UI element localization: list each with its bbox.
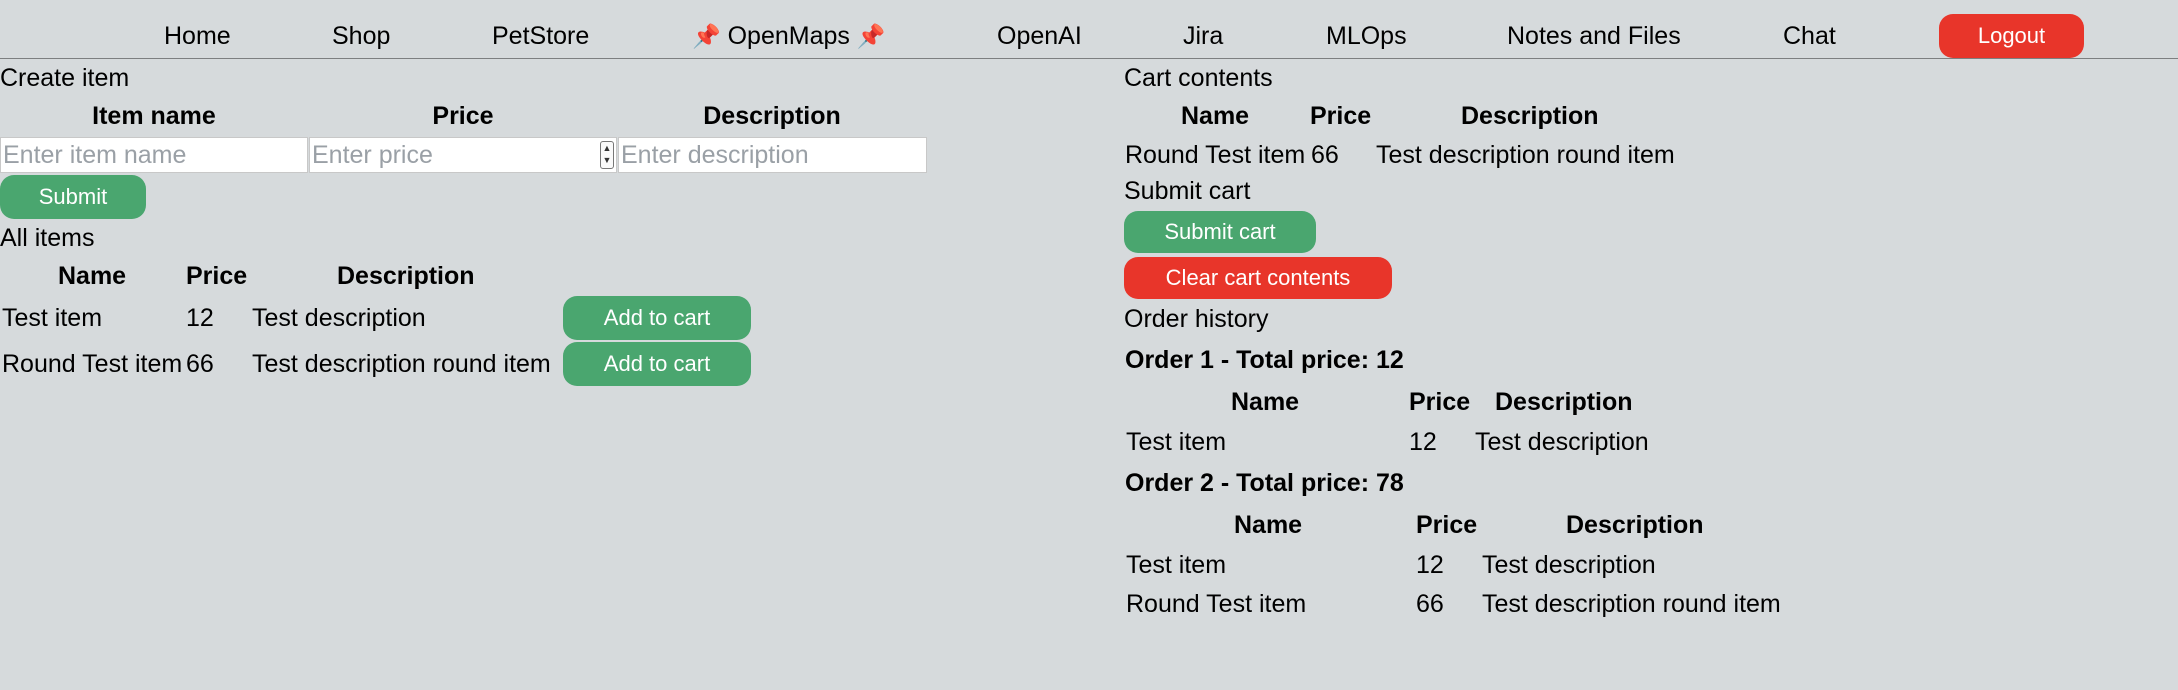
table-row-price: 12 — [1416, 551, 1444, 579]
order-header-price: Price — [1409, 388, 1471, 416]
header-item-name: Item name — [92, 102, 216, 130]
all-items-header-description: Description — [337, 262, 475, 290]
nav-petstore[interactable]: PetStore — [492, 22, 589, 50]
table-row-description: Test description — [1475, 428, 1649, 456]
order-title: Order 1 - Total price: 12 — [1125, 346, 1404, 374]
table-row-name: Test item — [2, 304, 103, 332]
cart-header-price: Price — [1310, 102, 1372, 130]
table-row-description: Test description round item — [252, 350, 551, 378]
nav-jira[interactable]: Jira — [1183, 22, 1223, 50]
create-item-title: Create item — [0, 64, 130, 92]
cart-header-name: Name — [1181, 102, 1250, 130]
all-items-header-price: Price — [186, 262, 248, 290]
table-row-name: Test item — [1126, 551, 1227, 579]
all-items-header-name: Name — [58, 262, 127, 290]
clear-cart-button[interactable]: Clear cart contents — [1124, 257, 1392, 299]
table-row-price: 66 — [186, 350, 214, 378]
table-row-price: 66 — [1311, 141, 1339, 169]
cart-contents-title: Cart contents — [1124, 64, 1273, 92]
price-input-placeholder: Enter price — [312, 141, 433, 169]
table-row-name: Test item — [1126, 428, 1227, 456]
table-row-name: Round Test item — [2, 350, 183, 378]
price-input[interactable]: Enter price ▲ ▼ — [309, 137, 617, 173]
order-header-price: Price — [1416, 511, 1478, 539]
logout-button[interactable]: Logout — [1939, 14, 2084, 58]
nav-mlops[interactable]: MLOps — [1326, 22, 1407, 50]
header-price: Price — [432, 102, 494, 130]
submit-cart-title: Submit cart — [1124, 177, 1251, 205]
description-input[interactable]: Enter description — [618, 137, 927, 173]
table-row-description: Test description — [1482, 551, 1656, 579]
table-row-description: Test description round item — [1376, 141, 1675, 169]
nav-openmaps-label: OpenMaps — [727, 22, 850, 50]
nav-notes-and-files[interactable]: Notes and Files — [1507, 22, 1681, 50]
nav-home[interactable]: Home — [164, 22, 231, 50]
pin-icon: 📌 — [856, 23, 886, 49]
order-history-title: Order history — [1124, 305, 1269, 333]
table-row-price: 12 — [186, 304, 214, 332]
nav-openai[interactable]: OpenAI — [997, 22, 1082, 50]
pin-icon: 📌 — [692, 23, 721, 49]
submit-button[interactable]: Submit — [0, 175, 146, 219]
nav-chat[interactable]: Chat — [1783, 22, 1836, 50]
nav-openmaps[interactable]: 📌 OpenMaps 📌 — [692, 22, 885, 50]
top-nav: Home Shop PetStore 📌 OpenMaps 📌 OpenAI J… — [0, 0, 2178, 59]
table-row-name: Round Test item — [1125, 141, 1306, 169]
table-row-price: 66 — [1416, 590, 1444, 618]
submit-cart-button[interactable]: Submit cart — [1124, 211, 1316, 253]
cart-header-description: Description — [1461, 102, 1599, 130]
all-items-title: All items — [0, 224, 95, 252]
nav-shop[interactable]: Shop — [332, 22, 390, 50]
add-to-cart-button[interactable]: Add to cart — [563, 342, 751, 386]
order-header-description: Description — [1566, 511, 1704, 539]
table-row-price: 12 — [1409, 428, 1437, 456]
item-name-input[interactable]: Enter item name — [0, 137, 308, 173]
order-title: Order 2 - Total price: 78 — [1125, 469, 1404, 497]
table-row-description: Test description round item — [1482, 590, 1781, 618]
number-stepper-icon[interactable]: ▲ ▼ — [600, 141, 614, 169]
order-header-description: Description — [1495, 388, 1633, 416]
table-row-description: Test description — [252, 304, 426, 332]
add-to-cart-button[interactable]: Add to cart — [563, 296, 751, 340]
order-header-name: Name — [1231, 388, 1300, 416]
order-header-name: Name — [1234, 511, 1303, 539]
table-row-name: Round Test item — [1126, 590, 1307, 618]
header-description: Description — [703, 102, 841, 130]
